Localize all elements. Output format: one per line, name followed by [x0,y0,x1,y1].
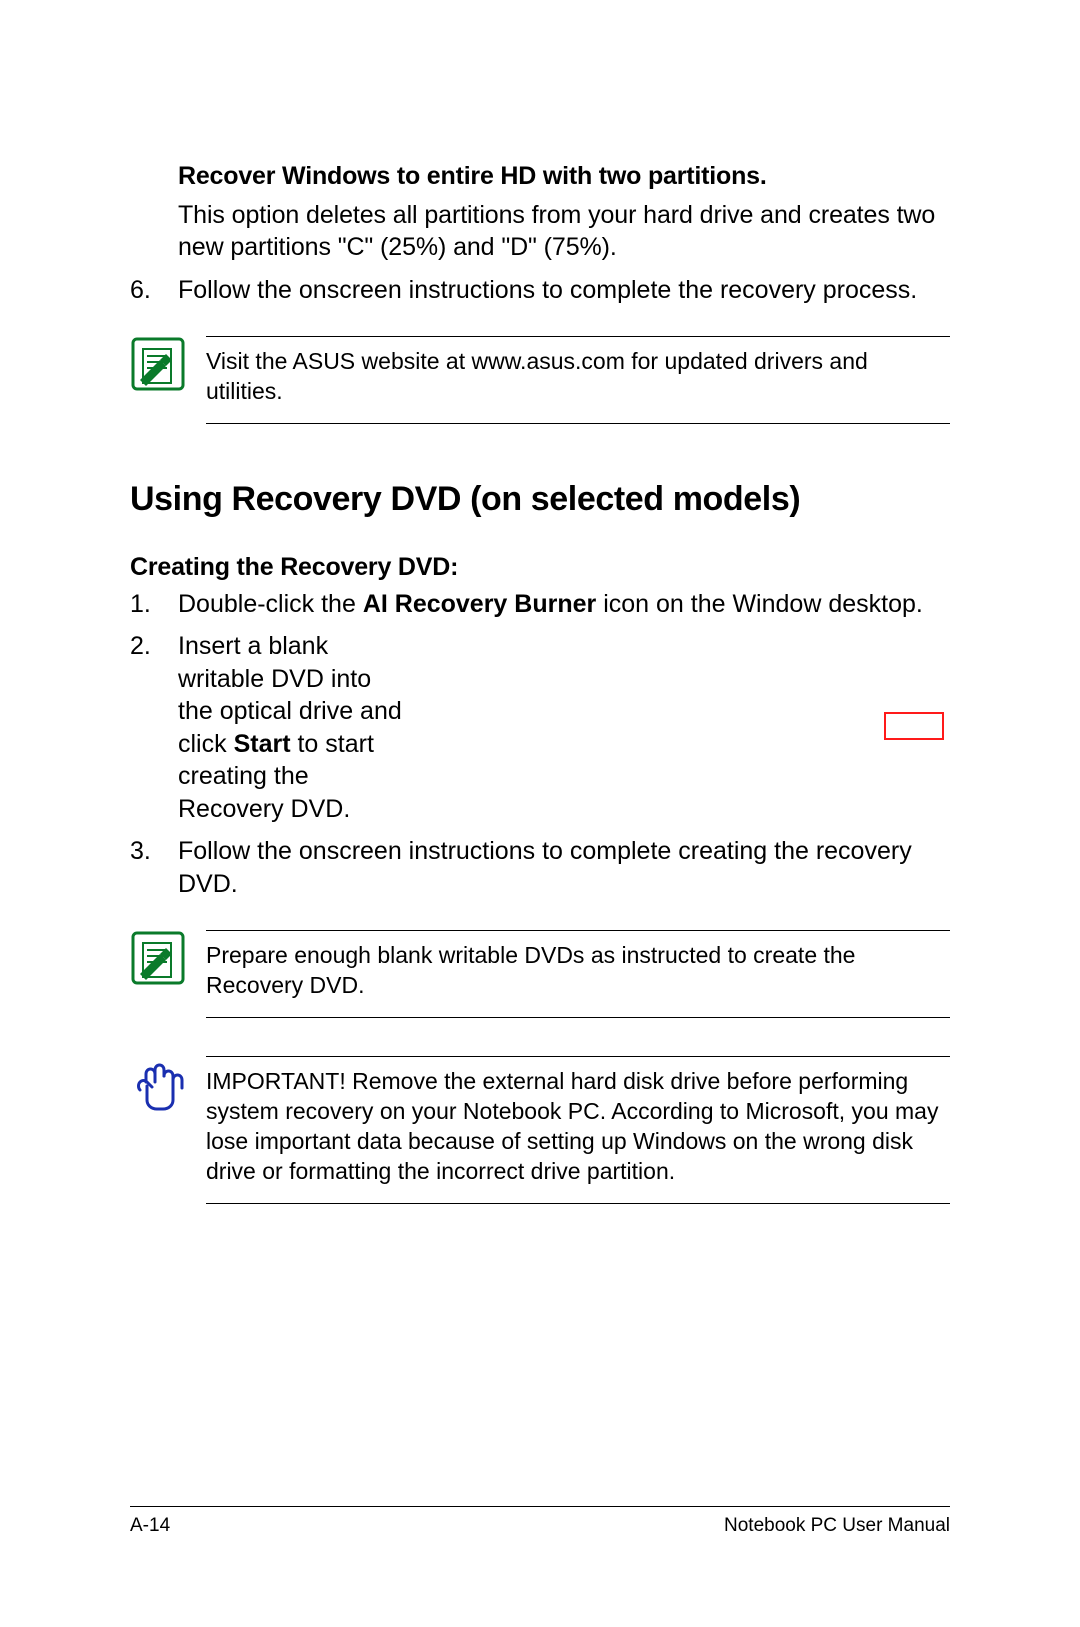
section-heading-recovery-dvd: Using Recovery DVD (on selected models) [130,480,950,519]
recover-option-block: Recover Windows to entire HD with two pa… [130,160,950,264]
step-1-text: Double-click the AI Recovery Burner icon… [178,588,950,621]
important-text: IMPORTANT! Remove the external hard disk… [206,1056,950,1204]
note-callout-2: Prepare enough blank writable DVDs as in… [130,930,950,1018]
step-2-text: Insert a blank writable DVD into the opt… [178,630,408,825]
hand-icon [130,1056,186,1112]
note-icon [130,930,186,986]
indent-spacer [130,160,178,264]
step-6-text: Follow the onscreen instructions to comp… [178,274,950,307]
screenshot-placeholder [448,630,950,790]
step-3-number: 3. [130,835,178,900]
step-2-left: 2. Insert a blank writable DVD into the … [130,630,408,825]
manual-title: Notebook PC User Manual [724,1515,950,1537]
note-1-text: Visit the ASUS website at www.asus.com f… [206,336,950,424]
recover-option-heading: Recover Windows to entire HD with two pa… [178,160,950,193]
step-1-pre: Double-click the [178,590,363,618]
note-callout-1: Visit the ASUS website at www.asus.com f… [130,336,950,424]
step-6-number: 6. [130,274,178,307]
step-6: 6. Follow the onscreen instructions to c… [130,274,950,307]
note-icon [130,336,186,392]
recover-option-desc: This option deletes all partitions from … [178,199,950,264]
step-3-text: Follow the onscreen instructions to comp… [178,835,950,900]
page-number: A-14 [130,1515,170,1537]
step-2-number: 2. [130,630,178,825]
step-1-bold: AI Recovery Burner [363,590,596,618]
sub-heading-creating-dvd: Creating the Recovery DVD: [130,553,950,582]
important-callout: IMPORTANT! Remove the external hard disk… [130,1056,950,1204]
step-1-post: icon on the Window desktop. [596,590,923,618]
highlight-box [884,712,944,740]
step-1-number: 1. [130,588,178,621]
step-1: 1. Double-click the AI Recovery Burner i… [130,588,950,621]
page-footer: A-14 Notebook PC User Manual [130,1506,950,1537]
step-2-row: 2. Insert a blank writable DVD into the … [130,630,950,825]
recover-option-body: Recover Windows to entire HD with two pa… [178,160,950,264]
note-2-text: Prepare enough blank writable DVDs as in… [206,930,950,1018]
step-2-bold: Start [234,730,291,758]
page: Recover Windows to entire HD with two pa… [0,0,1080,1627]
step-3: 3. Follow the onscreen instructions to c… [130,835,950,900]
